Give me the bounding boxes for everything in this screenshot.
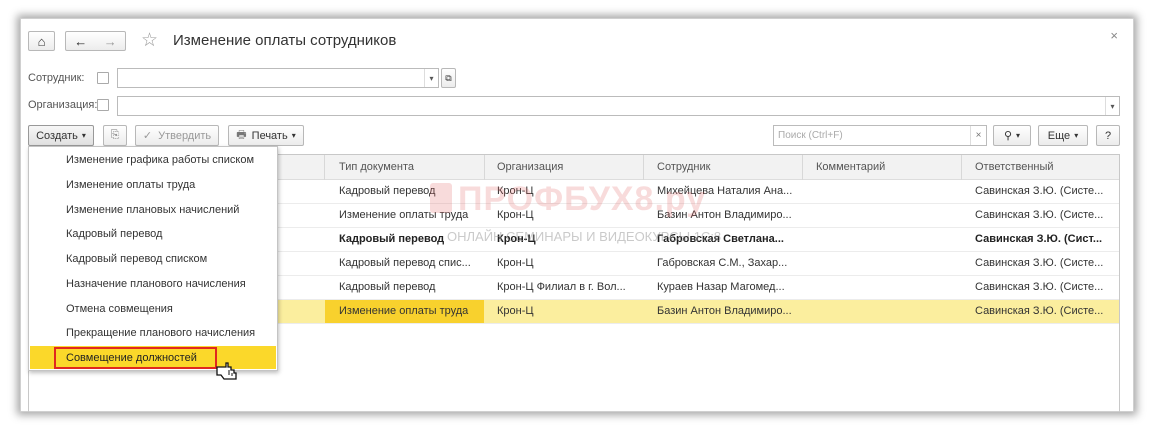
create-button-label: Создать — [36, 129, 78, 142]
cell-employee: Кураев Назар Магомед... — [657, 281, 785, 293]
search-button[interactable]: ⚲ ▾ — [993, 125, 1031, 146]
menu-item-cancel-combination[interactable]: Отмена совмещения — [66, 303, 173, 315]
column-separator — [802, 155, 803, 180]
menu-item-assign-accrual[interactable]: Назначение планового начисления — [66, 278, 246, 290]
print-button[interactable]: 🖶 Печать ▾ — [228, 125, 304, 146]
help-label: ? — [1104, 129, 1112, 142]
menu-item-pay-change[interactable]: Изменение оплаты труда — [66, 179, 195, 191]
more-button-label: Еще — [1047, 129, 1071, 142]
watermark-logo-icon — [430, 183, 452, 213]
chevron-down-icon: ▾ — [291, 131, 296, 140]
organization-filter-label: Организация: — [28, 99, 98, 111]
link-icon: ⧉ — [445, 72, 452, 83]
chevron-down-icon: ▾ — [1016, 131, 1021, 140]
hand-cursor-icon — [216, 362, 237, 380]
cell-type: Кадровый перевод спис... — [339, 257, 471, 269]
employee-filter-checkbox[interactable] — [97, 72, 109, 84]
cell-responsible: Савинская З.Ю. (Сист... — [975, 233, 1103, 245]
cell-responsible: Савинская З.Ю. (Систе... — [975, 209, 1104, 221]
menu-item-planned-accruals-change[interactable]: Изменение плановых начислений — [66, 204, 239, 216]
watermark: ПРОФБУХ8.ру — [458, 180, 707, 218]
printer-icon: 🖶 — [236, 129, 247, 141]
column-header-comment[interactable]: Комментарий — [816, 161, 885, 173]
employee-filter-label: Сотрудник: — [28, 72, 85, 84]
chevron-down-icon[interactable]: ▾ — [1105, 97, 1119, 115]
cell-organization: Крон-Ц Филиал в г. Вол... — [497, 281, 626, 293]
menu-item-schedule-list[interactable]: Изменение графика работы списком — [66, 154, 254, 166]
column-separator — [961, 155, 962, 180]
cell-employee: Базин Антон Владимиро... — [657, 305, 792, 317]
create-menu: Изменение графика работы списком Изменен… — [28, 146, 278, 371]
clear-search-icon[interactable]: × — [970, 126, 986, 145]
back-button[interactable]: ← — [74, 34, 87, 49]
forward-button[interactable]: → — [104, 34, 117, 49]
print-button-label: Печать — [251, 129, 288, 142]
watermark-subtitle: ОНЛАЙН СЕМИНАРЫ И ВИДЕОКУРСЫ 1С:8 — [447, 229, 722, 244]
chevron-down-icon: ▾ — [81, 131, 86, 140]
organization-filter-checkbox[interactable] — [97, 99, 109, 111]
cell-responsible: Савинская З.Ю. (Систе... — [975, 185, 1104, 197]
cell-type: Кадровый перевод — [339, 281, 436, 293]
approve-button-label: Утвердить — [158, 129, 212, 142]
column-header-employee[interactable]: Сотрудник — [657, 161, 710, 173]
cell-organization: Крон-Ц — [497, 305, 534, 317]
favorite-star-icon[interactable]: ☆ — [141, 29, 158, 52]
menu-item-stop-accrual[interactable]: Прекращение планового начисления — [66, 327, 255, 339]
copy-icon: ⎘ — [110, 129, 120, 141]
approve-button[interactable]: ✓ Утвердить — [135, 125, 219, 146]
more-button[interactable]: Еще ▾ — [1038, 125, 1088, 146]
column-separator — [324, 155, 325, 180]
column-header-organization[interactable]: Организация — [497, 161, 563, 173]
column-separator — [643, 155, 644, 180]
create-button[interactable]: Создать ▾ — [28, 125, 94, 146]
organization-filter-input[interactable]: ▾ — [117, 96, 1120, 116]
copy-button[interactable]: ⎘ — [103, 125, 127, 146]
column-header-type[interactable]: Тип документа — [339, 161, 414, 173]
cell-type: Изменение оплаты труда — [339, 305, 469, 317]
cell-organization: Крон-Ц — [497, 257, 534, 269]
column-separator — [484, 155, 485, 180]
cell-responsible: Савинская З.Ю. (Систе... — [975, 281, 1104, 293]
magnifier-icon: ⚲ — [1003, 130, 1013, 142]
search-input[interactable]: Поиск (Ctrl+F) × — [773, 125, 987, 146]
cell-responsible: Савинская З.Ю. (Систе... — [975, 257, 1104, 269]
nav-arrows: ← → — [65, 31, 126, 51]
chevron-down-icon: ▾ — [1074, 131, 1079, 140]
help-button[interactable]: ? — [1096, 125, 1120, 146]
cell-responsible: Савинская З.Ю. (Систе... — [975, 305, 1104, 317]
close-icon[interactable]: × — [1110, 28, 1118, 43]
employee-filter-input[interactable]: ▾ — [117, 68, 439, 88]
menu-item-combination[interactable]: Совмещение должностей — [66, 352, 197, 364]
menu-item-transfer[interactable]: Кадровый перевод — [66, 228, 162, 240]
home-icon: ⌂ — [37, 33, 46, 49]
checkmark-icon: ✓ — [142, 130, 153, 142]
home-button[interactable]: ⌂ — [28, 31, 55, 51]
page-title: Изменение оплаты сотрудников — [173, 32, 397, 49]
search-placeholder: Поиск (Ctrl+F) — [778, 130, 843, 141]
chevron-down-icon[interactable]: ▾ — [424, 69, 438, 87]
cell-employee: Габровская С.М., Захар... — [657, 257, 788, 269]
column-header-responsible[interactable]: Ответственный — [975, 161, 1054, 173]
open-link-button[interactable]: ⧉ — [441, 68, 456, 88]
menu-item-transfer-list[interactable]: Кадровый перевод списком — [66, 253, 207, 265]
